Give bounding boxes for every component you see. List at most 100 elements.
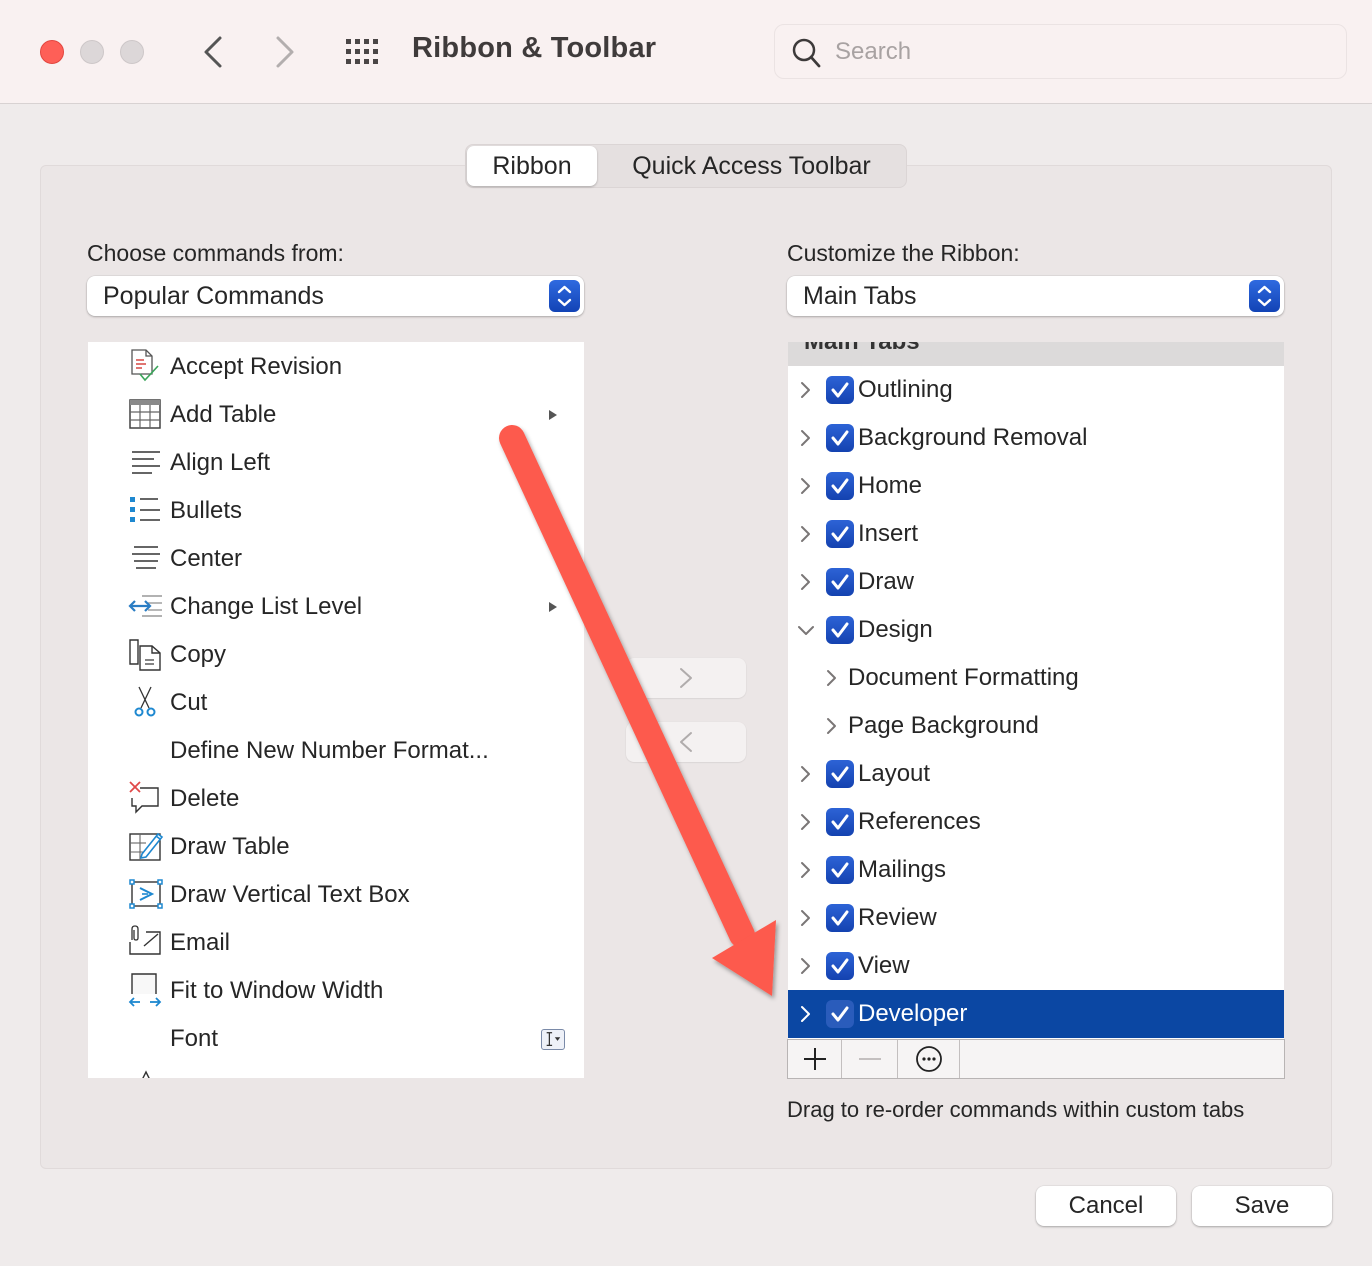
save-button[interactable]: Save: [1192, 1186, 1332, 1226]
tab-checkbox[interactable]: [826, 1000, 854, 1028]
add-tab-button[interactable]: [788, 1040, 842, 1078]
chevron-right-icon[interactable]: [798, 572, 814, 592]
command-item[interactable]: Draw Table: [88, 823, 584, 871]
tab-ribbon[interactable]: Ribbon: [467, 146, 597, 186]
command-label: Fit to Window Width: [170, 977, 384, 1004]
tab-checkbox[interactable]: [826, 952, 854, 980]
tab-checkbox[interactable]: [826, 520, 854, 548]
command-item[interactable]: Align Left: [88, 439, 584, 487]
command-item[interactable]: Add Table: [88, 391, 584, 439]
tab-switcher: Ribbon Quick Access Toolbar: [465, 144, 907, 188]
minimize-window-button[interactable]: [80, 40, 104, 64]
command-item[interactable]: Accept Revision: [88, 343, 584, 391]
ribbon-tabs-tree[interactable]: Main Tabs Outlining Background Removal Hom…: [788, 342, 1284, 1039]
tree-item-label: Home: [858, 472, 923, 499]
tree-item-label: Draw: [858, 568, 915, 595]
remove-command-button[interactable]: [626, 722, 746, 762]
tree-item[interactable]: Background Removal: [788, 414, 1284, 462]
command-item[interactable]: Draw Vertical Text Box: [88, 871, 584, 919]
tree-item-label: Layout: [858, 760, 931, 787]
chevron-right-icon[interactable]: [798, 1004, 814, 1024]
remove-tab-button[interactable]: [842, 1040, 898, 1078]
command-item[interactable]: Fit to Window Width: [88, 967, 584, 1015]
tree-item[interactable]: Design: [788, 606, 1284, 654]
tree-item[interactable]: Home: [788, 462, 1284, 510]
tab-quick-access-toolbar[interactable]: Quick Access Toolbar: [597, 146, 906, 186]
tree-item[interactable]: Outlining: [788, 366, 1284, 414]
grid-icon: [346, 39, 378, 64]
copy-icon: [128, 636, 164, 672]
tab-checkbox[interactable]: [826, 616, 854, 644]
chevron-right-icon[interactable]: [798, 764, 814, 784]
align-center-icon: [128, 540, 164, 576]
chevron-right-icon[interactable]: [798, 476, 814, 496]
commands-list[interactable]: Accept Revision Add Table Align Left Bul…: [88, 342, 584, 1078]
tree-item[interactable]: Document Formatting: [788, 654, 1284, 702]
command-item[interactable]: Email: [88, 919, 584, 967]
tab-checkbox[interactable]: [826, 424, 854, 452]
back-button[interactable]: [198, 32, 228, 72]
popup-stepper-icon: [549, 280, 580, 312]
tab-checkbox[interactable]: [826, 568, 854, 596]
tree-toolbar: [787, 1039, 1285, 1079]
tree-item-label: Document Formatting: [848, 664, 1079, 691]
commands-source-value: Popular Commands: [103, 281, 324, 310]
command-item[interactable]: Copy: [88, 631, 584, 679]
zoom-window-button[interactable]: [120, 40, 144, 64]
chevron-right-icon[interactable]: [798, 908, 814, 928]
ribbon-tabs-dropdown[interactable]: Main Tabs: [787, 276, 1284, 316]
tree-item[interactable]: Draw: [788, 558, 1284, 606]
tree-item-label: References: [858, 808, 981, 835]
tree-item[interactable]: Page Background: [788, 702, 1284, 750]
tab-checkbox[interactable]: [826, 376, 854, 404]
tab-checkbox[interactable]: [826, 760, 854, 788]
chevron-right-icon[interactable]: [824, 716, 840, 736]
commands-source-dropdown[interactable]: Popular Commands: [87, 276, 584, 316]
chevron-right-icon[interactable]: [798, 860, 814, 880]
tree-item[interactable]: Layout: [788, 750, 1284, 798]
command-item[interactable]: Center: [88, 535, 584, 583]
command-label: Add Table: [170, 401, 277, 428]
command-label: Draw Vertical Text Box: [170, 881, 410, 908]
tab-checkbox[interactable]: [826, 904, 854, 932]
search-input[interactable]: [835, 35, 1325, 69]
show-all-button[interactable]: [344, 37, 384, 67]
tree-item[interactable]: Insert: [788, 510, 1284, 558]
command-label: Cut: [170, 689, 208, 716]
more-options-button[interactable]: [898, 1040, 960, 1078]
tree-item[interactable]: Mailings: [788, 846, 1284, 894]
tree-item[interactable]: References: [788, 798, 1284, 846]
search-field[interactable]: [774, 24, 1347, 79]
command-item-partial[interactable]: [88, 1063, 584, 1078]
tab-checkbox[interactable]: [826, 472, 854, 500]
tree-item[interactable]: Developer: [788, 990, 1284, 1038]
chevron-down-icon[interactable]: [798, 620, 814, 640]
tab-checkbox[interactable]: [826, 808, 854, 836]
command-item[interactable]: Change List Level: [88, 583, 584, 631]
chevron-right-icon[interactable]: [824, 668, 840, 688]
chevron-right-icon[interactable]: [798, 428, 814, 448]
window-title: Ribbon & Toolbar: [412, 32, 657, 64]
tree-item[interactable]: Review: [788, 894, 1284, 942]
search-icon: [792, 38, 821, 68]
chevron-right-icon[interactable]: [798, 812, 814, 832]
chevron-right-icon[interactable]: [798, 380, 814, 400]
forward-button[interactable]: [270, 32, 300, 72]
chevron-right-icon[interactable]: [798, 956, 814, 976]
command-item[interactable]: Bullets: [88, 487, 584, 535]
tree-item-label: Background Removal: [858, 424, 1088, 451]
tree-item-label: Review: [858, 904, 937, 931]
chevron-left-icon: [680, 732, 692, 752]
add-command-button[interactable]: [626, 658, 746, 698]
chevron-right-icon[interactable]: [798, 524, 814, 544]
close-window-button[interactable]: [40, 40, 64, 64]
tree-item[interactable]: View: [788, 942, 1284, 990]
tab-checkbox[interactable]: [826, 856, 854, 884]
command-item[interactable]: Cut: [88, 679, 584, 727]
command-item[interactable]: Define New Number Format...: [88, 727, 584, 775]
cancel-button[interactable]: Cancel: [1036, 1186, 1176, 1226]
customize-ribbon-label: Customize the Ribbon:: [787, 240, 1020, 266]
tree-item-label: Mailings: [858, 856, 947, 883]
command-item[interactable]: Delete: [88, 775, 584, 823]
command-item[interactable]: Font: [88, 1015, 584, 1063]
